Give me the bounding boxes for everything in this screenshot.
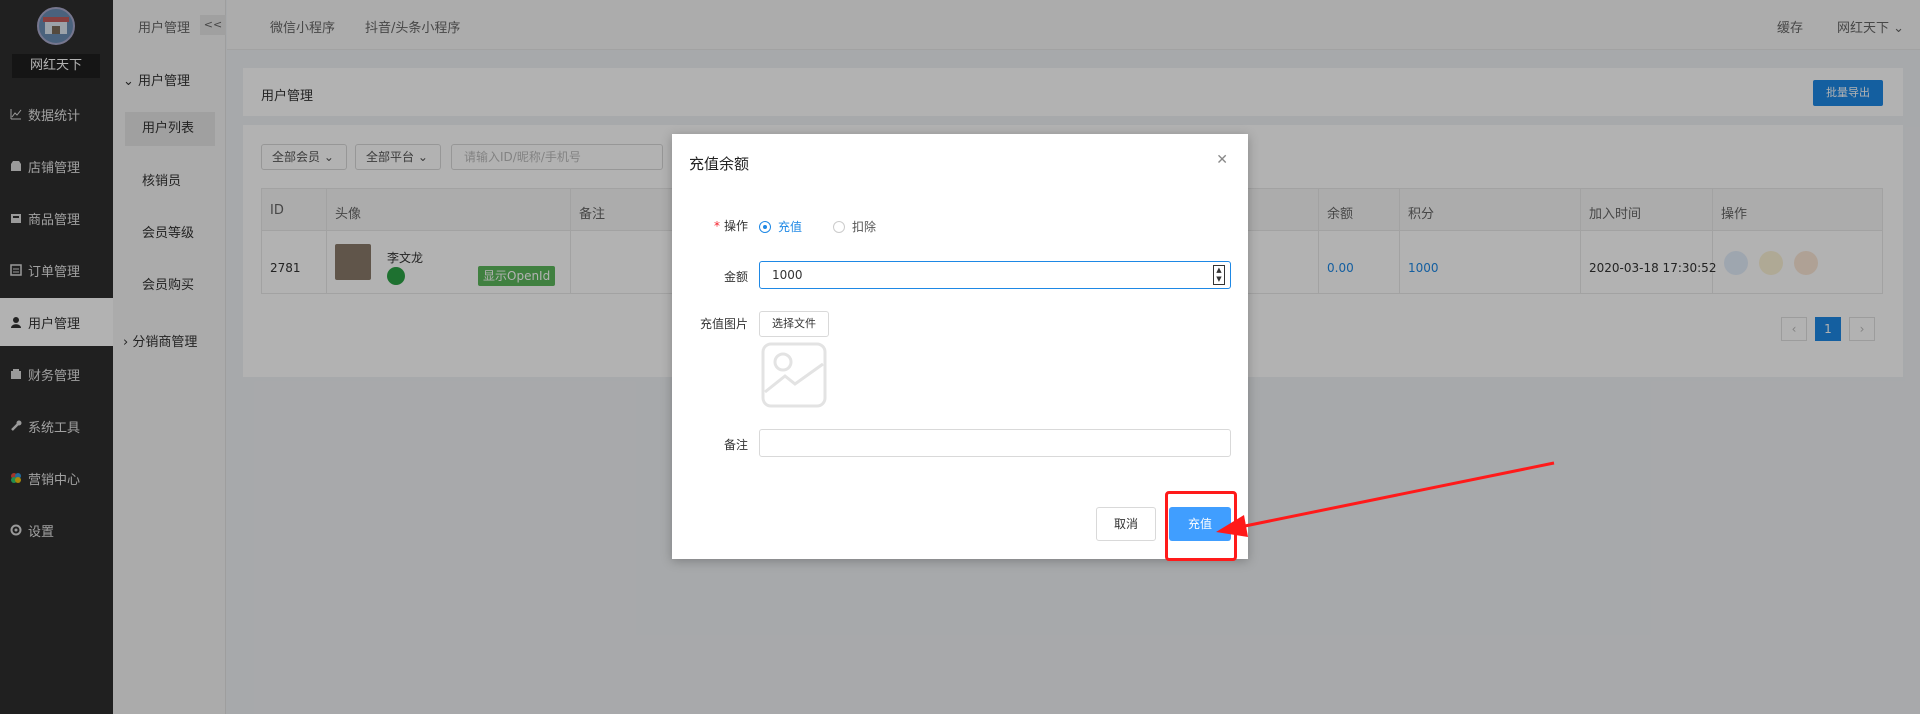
modal-title: 充值余额 xyxy=(689,155,750,173)
radio-label: 扣除 xyxy=(852,220,877,234)
remark-label: 备注 xyxy=(723,438,748,452)
image-label: 充值图片 xyxy=(699,317,748,331)
amount-value: 1000 xyxy=(772,268,803,282)
recharge-modal: 充值余额 ✕ * 操作 充值 扣除 金额 1000 ▲ ▼ 充值图片 选择文件 备注… xyxy=(672,134,1248,559)
radio-dot xyxy=(759,220,771,233)
choose-file-button[interactable]: 选择文件 xyxy=(759,311,829,337)
operation-label: * 操作 xyxy=(713,219,748,233)
radio-recharge[interactable]: 充值 xyxy=(759,218,802,235)
cancel-button[interactable]: 取消 xyxy=(1096,507,1156,541)
amount-label: 金额 xyxy=(723,270,748,284)
image-placeholder-icon xyxy=(761,342,827,408)
number-stepper-icon[interactable]: ▲ ▼ xyxy=(1213,265,1225,285)
close-icon[interactable]: ✕ xyxy=(1216,152,1228,168)
amount-input[interactable]: 1000 ▲ ▼ xyxy=(759,261,1231,289)
annotation-arrow-icon xyxy=(1216,461,1555,537)
radio-dot xyxy=(833,220,845,233)
remark-input[interactable] xyxy=(759,429,1231,457)
radio-deduct[interactable]: 扣除 xyxy=(833,218,876,235)
radio-label: 充值 xyxy=(778,220,803,234)
